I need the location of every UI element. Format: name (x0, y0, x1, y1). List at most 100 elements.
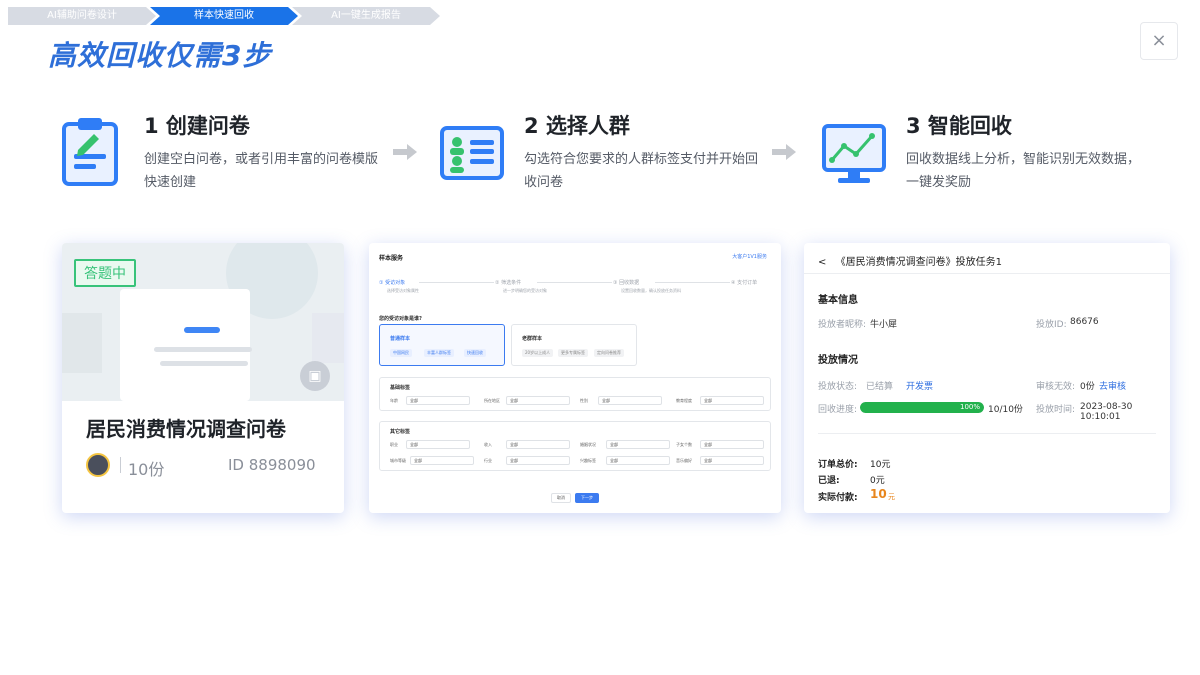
chip: 20岁以上成人 (522, 349, 554, 357)
step-title: 2 选择人群 (524, 114, 630, 138)
field-label: 性别 (580, 398, 588, 403)
select-gender[interactable]: 全部 (598, 396, 662, 405)
task-title: 《居民消费情况调查问卷》投放任务1 (835, 257, 1002, 268)
select-interest[interactable]: 全部 (606, 456, 670, 465)
basic-tags-group: 基础标签 年龄 全部 所在地区 全部 性别 全部 教育程度 全部 (379, 377, 771, 411)
select-education[interactable]: 全部 (700, 396, 764, 405)
option-title: 老群样本 (522, 336, 543, 342)
chip: 丰富人群标签 (424, 349, 454, 357)
form-step-desc: 进一步明确您的受访对象 (503, 288, 547, 293)
cancel-button[interactable]: 取消 (551, 493, 571, 503)
status-badge: 答题中 (74, 259, 136, 287)
back-icon[interactable]: < (818, 257, 826, 268)
label: 投放者昵称: (818, 320, 867, 330)
field-label: 子女个数 (676, 442, 692, 447)
label: 已退: (818, 476, 840, 486)
breadcrumb-step-collect[interactable]: 样本快速回收 (150, 7, 298, 25)
form-step[interactable]: ③ 回收数据 (613, 279, 639, 286)
sample-service-form: 样本服务 大客户1V1服务 ① 受访对象 ② 筛选条件 ③ 回收数据 ④ 支付订… (369, 243, 781, 513)
page-title: 高效回收仅需3步 (48, 39, 272, 72)
form-step[interactable]: ① 受访对象 (379, 279, 405, 286)
pid-value: 86676 (1070, 317, 1099, 327)
chip: 快速回收 (464, 349, 486, 357)
step-title: 3 智能回收 (906, 114, 1012, 138)
response-count: 10份 (128, 460, 165, 479)
invoice-link[interactable]: 开发票 (906, 379, 933, 392)
select-age[interactable]: 全部 (406, 396, 470, 405)
label: 投放ID: (1036, 320, 1067, 330)
progress-fill: 100% (860, 402, 984, 413)
field-label: 职业 (390, 442, 398, 447)
label: 订单总价: (818, 460, 858, 470)
select-city-level[interactable]: 全部 (410, 456, 474, 465)
vip-service-link[interactable]: 大客户1V1服务 (732, 253, 767, 260)
survey-id: ID 8898090 (228, 456, 316, 474)
survey-preview-paper (120, 289, 252, 401)
paid-value: 10 (870, 487, 887, 501)
select-music[interactable]: 全部 (700, 456, 764, 465)
group-title: 其它标签 (390, 429, 411, 435)
form-step-desc: 选择受访对象属性 (387, 288, 419, 293)
chip: 中国网民 (390, 349, 412, 357)
people-list-icon (440, 126, 504, 180)
chip: 更多专属标签 (558, 349, 588, 357)
field-label: 婚姻状况 (580, 442, 596, 447)
task-header: < 《居民消费情况调查问卷》投放任务1 (818, 253, 1002, 268)
select-marital[interactable]: 全部 (606, 440, 670, 449)
task-detail-card: < 《居民消费情况调查问卷》投放任务1 基本信息 投放者昵称: 牛小犀 投放ID… (804, 243, 1170, 513)
time-value: 2023-08-30 10:10:01 (1080, 402, 1133, 422)
select-job[interactable]: 全部 (406, 440, 470, 449)
target-question: 您的受访对象是谁? (379, 316, 422, 322)
field-label: 教育程度 (676, 398, 692, 403)
form-step-desc: 设置回收数量，确认投放任务资料 (621, 288, 681, 293)
clipboard-edit-icon (62, 118, 118, 186)
survey-name: 居民消费情况调查问卷 (86, 417, 286, 441)
option-old-sample[interactable]: 老群样本 20岁以上成人 更多专属标签 定向问卷推荐 (511, 324, 637, 366)
group-title: 基础标签 (390, 385, 411, 391)
option-title: 普通样本 (390, 336, 411, 342)
next-button[interactable]: 下一步 (575, 493, 599, 503)
close-button[interactable]: × (1140, 22, 1178, 60)
step-desc: 创建空白问卷，或者引用丰富的问卷模版快速创建 (144, 152, 379, 190)
breadcrumb-step-design[interactable]: AI辅助问卷设计 (8, 7, 156, 25)
breadcrumb: AI辅助问卷设计 样本快速回收 AI一键生成报告 (8, 7, 440, 25)
field-label: 收入 (484, 442, 492, 447)
step-create-survey: 1 创建问卷 创建空白问卷，或者引用丰富的问卷模版快速创建 (60, 108, 390, 198)
image-icon[interactable]: ▣ (300, 361, 330, 391)
form-step[interactable]: ② 筛选条件 (495, 279, 521, 286)
divider (120, 457, 121, 473)
step-desc: 回收数据线上分析，智能识别无效数据，一键发奖励 (906, 152, 1141, 190)
audit-value: 0份 (1080, 382, 1095, 392)
progress-count: 10/10份 (988, 405, 1023, 415)
label: 回收进度: (818, 405, 858, 415)
breadcrumb-step-report[interactable]: AI一键生成报告 (292, 7, 440, 25)
label: 审核无效: (1036, 382, 1076, 392)
monitor-chart-icon (822, 124, 886, 183)
select-industry[interactable]: 全部 (506, 456, 570, 465)
total-value: 10元 (870, 460, 891, 470)
refund-value: 0元 (870, 476, 885, 486)
survey-cover: 答题中 ▣ (62, 243, 344, 401)
avatar (86, 453, 110, 477)
select-children[interactable]: 全部 (700, 440, 764, 449)
section-title: 投放情况 (818, 355, 858, 366)
select-region[interactable]: 全部 (506, 396, 570, 405)
label: 实际付款: (818, 493, 858, 503)
section-title: 基本信息 (818, 295, 858, 306)
field-label: 兴趣标签 (580, 458, 596, 463)
field-label: 音乐偏好 (676, 458, 692, 463)
step-select-crowd: 2 选择人群 勾选符合您要求的人群标签支付并开始回收问卷 (440, 108, 770, 198)
survey-card[interactable]: 答题中 ▣ 居民消费情况调查问卷 10份 ID 8898090 (62, 243, 344, 513)
progress-bar: 100% (860, 402, 984, 413)
publisher-value: 牛小犀 (870, 320, 898, 330)
option-normal-sample[interactable]: 普通样本 中国网民 丰富人群标签 快速回收 (379, 324, 505, 366)
arrow-right-icon (393, 144, 417, 160)
select-income[interactable]: 全部 (506, 440, 570, 449)
form-step[interactable]: ④ 支付订单 (731, 279, 757, 286)
field-label: 行业 (484, 458, 492, 463)
audit-link[interactable]: 去审核 (1099, 379, 1126, 392)
paid-unit: 元 (888, 493, 895, 501)
state-value: 已结算 (866, 382, 894, 392)
chip: 定向问卷推荐 (594, 349, 624, 357)
arrow-right-icon (772, 144, 796, 160)
